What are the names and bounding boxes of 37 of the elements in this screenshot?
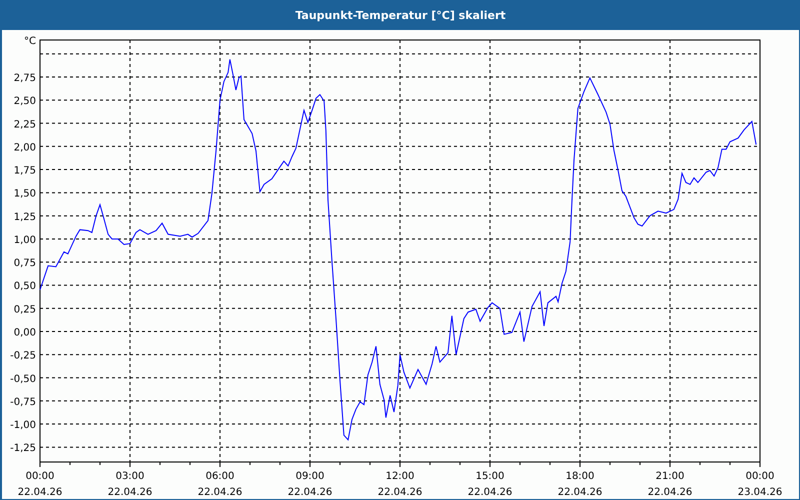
y-tick-label: 0,00: [14, 328, 36, 339]
y-tick-label: 2,00: [14, 142, 36, 154]
y-tick-label: 2,75: [14, 73, 36, 84]
x-tick-date: 22.04.26: [18, 487, 62, 498]
y-axis-unit: °C: [24, 36, 36, 47]
x-tick-date: 22.04.26: [108, 487, 152, 498]
y-tick-label: 1,50: [14, 188, 36, 200]
x-tick-date: 22.04.26: [648, 487, 692, 498]
y-tick-label: 2,25: [14, 119, 36, 130]
x-tick-date: 22.04.26: [198, 487, 242, 498]
y-tick-label: 0,75: [14, 258, 36, 270]
y-tick-label: 1,00: [14, 234, 36, 246]
x-tick-time: 00:00: [746, 471, 774, 482]
y-tick-label: -0,50: [10, 374, 36, 385]
x-tick-time: 18:00: [566, 471, 594, 482]
y-tick-label: 1,25: [14, 212, 36, 223]
x-tick-time: 09:00: [296, 471, 324, 482]
x-tick-date: 23.04.26: [738, 487, 782, 498]
y-tick-label: 2,50: [14, 96, 36, 108]
x-tick-date: 22.04.26: [288, 487, 332, 498]
y-tick-label: -0,75: [10, 396, 36, 408]
x-tick-time: 15:00: [476, 471, 504, 482]
x-tick-time: 21:00: [656, 471, 684, 482]
x-tick-time: 06:00: [206, 471, 234, 482]
x-tick-time: 03:00: [116, 471, 144, 482]
x-tick-time: 12:00: [386, 471, 414, 482]
y-tick-label: -1,00: [10, 420, 36, 432]
y-tick-label: -1,25: [10, 443, 36, 454]
x-tick-time: 00:00: [26, 471, 54, 482]
x-tick-date: 22.04.26: [378, 487, 422, 498]
x-tick-date: 22.04.26: [558, 487, 602, 498]
y-tick-label: 0,25: [14, 304, 36, 316]
window-title: Taupunkt-Temperatur [°C] skaliert: [295, 8, 506, 22]
y-tick-label: -0,25: [10, 350, 36, 362]
y-tick-label: 1,75: [14, 166, 36, 177]
x-tick-date: 22.04.26: [468, 487, 512, 498]
y-tick-label: 0,50: [14, 281, 36, 292]
